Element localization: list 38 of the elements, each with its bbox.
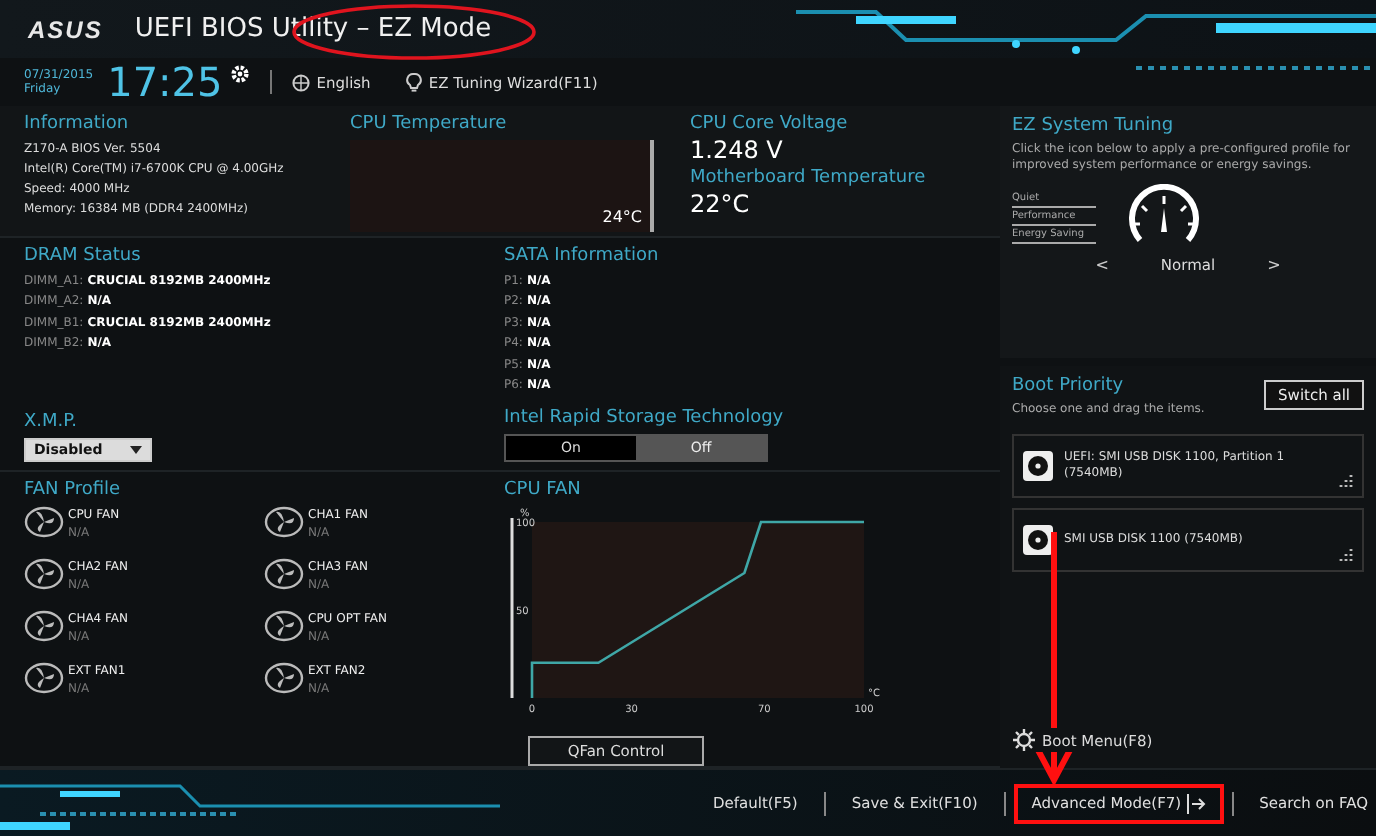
drag-handle-icon [1338,545,1354,561]
section-title: CPU FAN [504,478,583,502]
logo: ASUS [28,15,103,44]
gear-icon [1012,728,1036,752]
section-title: SATA Information [504,243,661,268]
fan-icon [264,610,304,642]
fan-icon [264,506,304,538]
globe-icon [292,73,311,92]
clock-time: 17:25 [107,60,223,105]
disk-icon [1022,523,1054,555]
drag-handle-icon [1338,471,1354,487]
temperature-value: 22°C [690,190,752,220]
section-title: DRAM Status [24,243,143,268]
fan-icon [264,558,304,590]
section-title: FAN Profile [24,478,123,502]
fan-icon [24,558,64,590]
lightbulb-icon [406,72,423,93]
voltage-value: 1.248 V [690,136,785,166]
fan-icon [24,662,64,694]
caret-icon [130,446,142,454]
exit-arrow-icon [1185,793,1206,813]
previous-button[interactable]: < [1095,256,1109,274]
section-title: Intel Rapid Storage Technology [504,406,786,430]
section-title: Motherboard Temperature [690,166,928,190]
section-title: X.M.P. [24,410,80,434]
section-title: CPU Temperature [350,112,509,136]
section-title: Information [24,112,131,136]
section-title: EZ System Tuning [1012,114,1176,138]
disk-icon [1022,449,1054,481]
section-title: CPU Core Voltage [690,112,850,136]
settings-icon [230,64,251,85]
speedometer-icon [1124,184,1205,244]
section-title: Boot Priority [1012,374,1126,398]
fan-icon [24,610,64,642]
temperature-reading: 24°C [602,208,642,226]
fan-icon [264,662,304,694]
fan-icon [24,506,64,538]
next-button[interactable]: > [1267,256,1281,274]
